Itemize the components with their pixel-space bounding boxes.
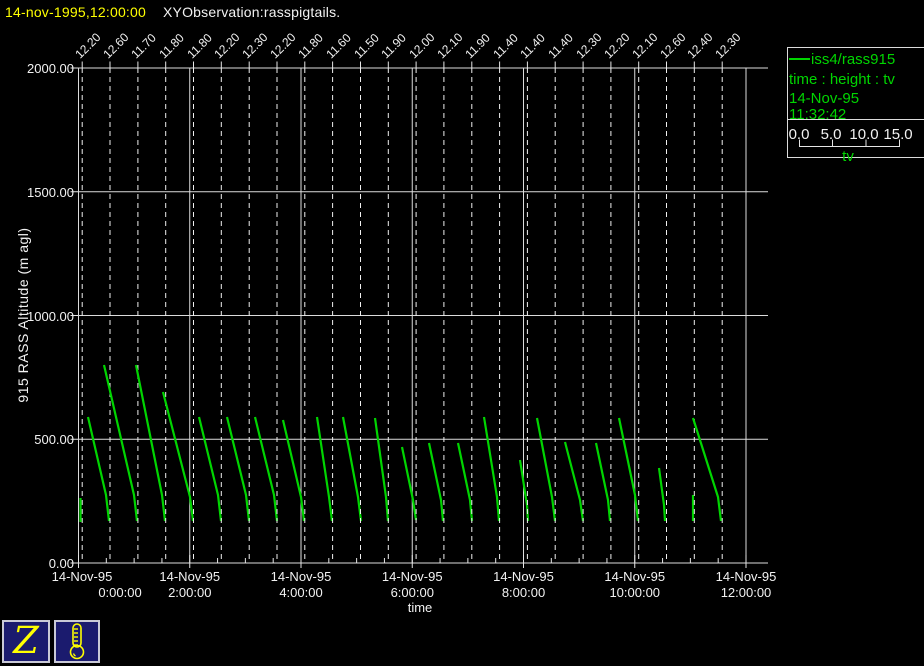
rass-trace [136,365,165,521]
x-tick-date: 14-Nov-95 [589,569,681,584]
rass-trace [537,418,555,521]
legend-series-label: iss4/rass915 [811,51,895,68]
x-tick-time: 2:00:00 [144,585,236,600]
rass-trace [104,365,137,521]
app-window: 14-nov-1995,12:00:00 XYObservation:rassp… [0,0,924,664]
rass-trace [402,447,416,520]
x-tick-date: 14-Nov-95 [255,569,347,584]
legend-scale-label: tv [828,148,868,165]
rass-trace [484,417,499,521]
rass-trace [317,417,332,521]
rass-trace [458,443,472,521]
rass-trace [227,417,249,521]
x-tick-date: 14-Nov-95 [36,569,128,584]
rass-trace [429,443,443,521]
rass-trace [88,417,109,521]
rass-trace [565,442,583,521]
rass-trace [596,443,610,521]
y-tick-label: 2000.00 [12,61,74,76]
x-tick-time: 6:00:00 [366,585,458,600]
legend-time: 11:32:42 [789,106,846,123]
rass-trace [163,392,193,521]
legend-fields: time : height : tv [789,71,895,88]
rass-trace [199,417,221,521]
x-tick-time: 10:00:00 [589,585,681,600]
zeb-z-icon: Z [4,622,48,660]
legend-series-row: iss4/rass915 [789,51,895,68]
x-tick-time: 12:00:00 [700,585,792,600]
x-tick-date: 14-Nov-95 [700,569,792,584]
x-tick-date: 14-Nov-95 [366,569,458,584]
x-axis-title: time [390,600,450,615]
y-tick-label: 1500.00 [12,185,74,200]
legend-scale-tick-value: 15.0 [876,126,920,143]
rass-trace [343,417,361,521]
thermometer-icon [56,622,98,661]
legend-line-sample-icon [789,58,810,60]
y-axis-title: 915 RASS Altitude (m agl) [15,202,31,428]
x-tick-time: 8:00:00 [478,585,570,600]
y-tick-label: 500.00 [12,432,74,447]
rass-trace [375,418,388,521]
zeb-logo-button[interactable]: Z [2,620,50,663]
legend-date: 14-Nov-95 [789,90,859,107]
rass-trace [659,468,665,521]
thermometer-button[interactable] [54,620,100,663]
x-tick-date: 14-Nov-95 [478,569,570,584]
x-tick-time: 4:00:00 [255,585,347,600]
chart-canvas [0,0,924,664]
rass-trace [693,418,721,521]
rass-trace [255,417,277,521]
x-tick-date: 14-Nov-95 [144,569,236,584]
